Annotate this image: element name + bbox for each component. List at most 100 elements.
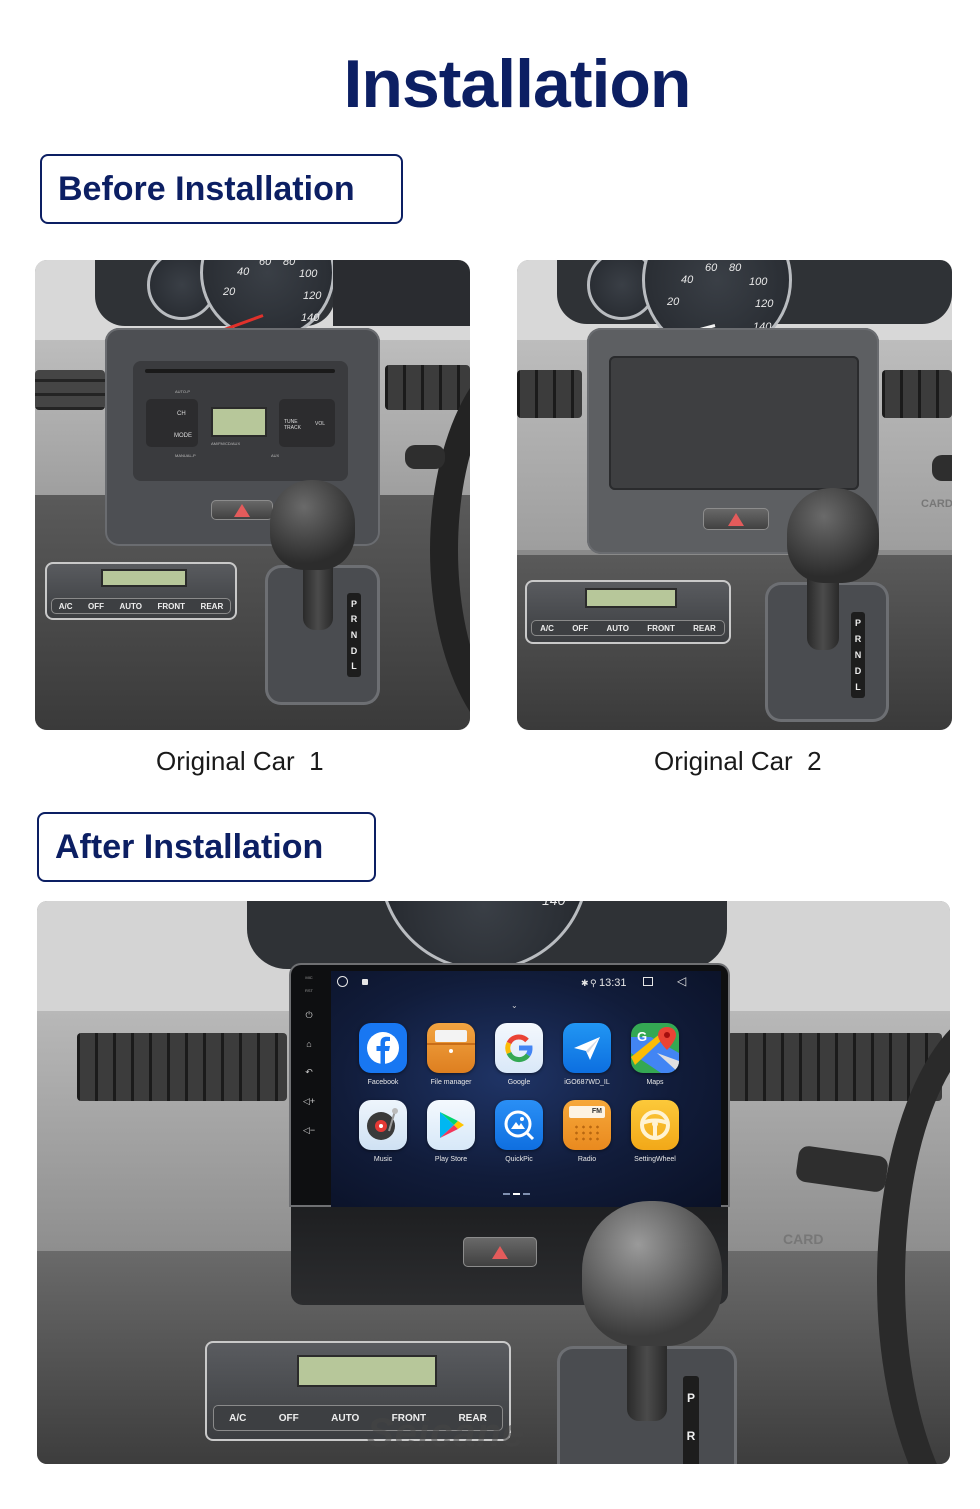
maps-icon: G bbox=[631, 1023, 679, 1073]
gear-n: N bbox=[854, 650, 862, 660]
speedo-tick: 140 bbox=[542, 901, 565, 908]
ac-button[interactable]: A/C bbox=[229, 1413, 246, 1424]
ch-mode-buttons[interactable]: CH MODE bbox=[146, 399, 198, 447]
app-label: QuickPic bbox=[505, 1156, 533, 1163]
left-air-vent bbox=[517, 370, 582, 418]
auto-button[interactable]: AUTO bbox=[119, 602, 142, 611]
app-setting-wheel[interactable]: SettingWheel bbox=[621, 1100, 689, 1163]
app-facebook[interactable]: Facebook bbox=[349, 1023, 417, 1086]
app-music[interactable]: Music bbox=[349, 1100, 417, 1163]
power-icon[interactable]: ⏻ bbox=[305, 1001, 312, 1030]
back-icon[interactable]: ↶ bbox=[305, 1059, 313, 1088]
gear-p: P bbox=[854, 618, 861, 628]
speedo-tick: 100 bbox=[749, 276, 768, 288]
speedo-tick: 60 bbox=[259, 260, 272, 268]
app-google[interactable]: Google bbox=[485, 1023, 553, 1086]
app-igo-navigation[interactable]: iGO687WD_IL bbox=[553, 1023, 621, 1086]
blank-display bbox=[609, 356, 859, 490]
steering-wheel-icon bbox=[631, 1100, 679, 1150]
tune-vol-buttons[interactable]: TUNE TRACK VOL bbox=[279, 399, 335, 447]
left-air-vent bbox=[35, 370, 105, 410]
climate-lcd bbox=[297, 1355, 437, 1387]
home-icon[interactable]: ⌂ bbox=[306, 1030, 311, 1059]
climate-buttons[interactable]: A/C OFF AUTO FRONT REAR bbox=[531, 620, 725, 636]
recent-apps-icon[interactable] bbox=[643, 977, 653, 986]
gear-shifter[interactable] bbox=[270, 480, 355, 570]
right-air-vent bbox=[385, 365, 470, 410]
speedo-tick: 140 bbox=[301, 312, 320, 324]
climate-buttons[interactable]: A/C OFF AUTO FRONT REAR bbox=[51, 598, 231, 614]
nav-back-icon[interactable]: ◁ bbox=[677, 975, 686, 987]
file-manager-icon bbox=[427, 1023, 475, 1073]
hazard-button[interactable] bbox=[703, 508, 769, 530]
seicane-watermark: Seicane bbox=[367, 1411, 526, 1455]
app-radio[interactable]: FM Radio bbox=[553, 1100, 621, 1163]
card-slot-label: CARD bbox=[921, 498, 952, 510]
right-air-vent bbox=[882, 370, 952, 418]
off-button[interactable]: OFF bbox=[279, 1413, 299, 1424]
original-car-1-photo: 20 40 60 80 100 120 140 CH MODE TUNE TRA… bbox=[35, 260, 470, 730]
google-icon bbox=[495, 1023, 543, 1073]
front-defrost-button[interactable]: FRONT bbox=[158, 602, 186, 611]
volume-up-icon[interactable]: ◁+ bbox=[303, 1087, 315, 1116]
aux-label: AUX bbox=[271, 453, 280, 458]
climate-lcd bbox=[101, 569, 187, 587]
speedo-tick: 120 bbox=[755, 298, 774, 310]
rear-defrost-button[interactable]: REAR bbox=[693, 624, 716, 633]
before-installation-heading: Before Installation bbox=[40, 154, 403, 224]
gallery-notification-icon bbox=[362, 979, 368, 985]
app-quickpic[interactable]: QuickPic bbox=[485, 1100, 553, 1163]
front-defrost-button[interactable]: FRONT bbox=[647, 624, 675, 633]
hazard-icon bbox=[492, 1245, 508, 1259]
app-label: Play Store bbox=[434, 1156, 468, 1163]
climate-control: A/C OFF AUTO FRONT REAR bbox=[45, 562, 237, 620]
gear-l: L bbox=[855, 682, 861, 692]
climate-control: A/C OFF AUTO FRONT REAR bbox=[525, 580, 731, 644]
auto-button[interactable]: AUTO bbox=[331, 1413, 359, 1424]
svg-text:G: G bbox=[637, 1029, 647, 1044]
off-button[interactable]: OFF bbox=[88, 602, 104, 611]
ac-button[interactable]: A/C bbox=[540, 624, 554, 633]
app-drawer-chevron-icon[interactable]: ⌄ bbox=[511, 1001, 518, 1010]
cd-slot bbox=[145, 369, 335, 373]
left-air-vent bbox=[77, 1033, 287, 1101]
bluetooth-icon: ✱ bbox=[581, 978, 589, 988]
auto-p-label: AUTO-P bbox=[175, 389, 191, 394]
folder-edge bbox=[427, 1043, 475, 1045]
app-file-manager[interactable]: File manager bbox=[417, 1023, 485, 1086]
gear-shifter[interactable] bbox=[787, 488, 879, 583]
radio-speaker-grill bbox=[573, 1124, 601, 1142]
source-label: AM/FM/CD/AUX bbox=[211, 441, 241, 446]
app-label: SettingWheel bbox=[634, 1156, 676, 1163]
mode-button-label: MODE bbox=[174, 433, 192, 439]
page-dot-active[interactable] bbox=[513, 1193, 520, 1195]
off-button[interactable]: OFF bbox=[572, 624, 588, 633]
location-icon: ⚲ bbox=[590, 978, 597, 988]
app-play-store[interactable]: Play Store bbox=[417, 1100, 485, 1163]
home-circle-icon[interactable] bbox=[337, 976, 348, 987]
wiper-stalk bbox=[405, 445, 445, 469]
auto-button[interactable]: AUTO bbox=[606, 624, 629, 633]
app-label: Music bbox=[373, 1156, 393, 1163]
radio-icon: FM bbox=[563, 1100, 611, 1150]
gear-indicator: P R N bbox=[683, 1376, 699, 1464]
ch-button-label: CH bbox=[177, 411, 186, 417]
rear-defrost-button[interactable]: REAR bbox=[201, 602, 224, 611]
status-bar: ✱ ⚲ 13:31 ◁ bbox=[331, 971, 721, 995]
mic-label: MIC bbox=[305, 975, 313, 980]
hazard-button[interactable] bbox=[211, 500, 273, 520]
app-label: File manager bbox=[430, 1079, 472, 1086]
app-label: Google bbox=[507, 1079, 531, 1086]
gear-r: R bbox=[350, 614, 358, 625]
app-maps[interactable]: G Maps bbox=[621, 1023, 689, 1086]
hazard-button[interactable] bbox=[463, 1237, 537, 1267]
ac-button[interactable]: A/C bbox=[59, 602, 73, 611]
speedo-tick: 80 bbox=[729, 262, 742, 274]
page-dot[interactable] bbox=[503, 1193, 510, 1195]
page-dot[interactable] bbox=[523, 1193, 530, 1195]
tune-track-label: TUNE TRACK bbox=[284, 419, 301, 431]
volume-down-icon[interactable]: ◁− bbox=[303, 1116, 315, 1145]
gear-shifter[interactable] bbox=[582, 1201, 722, 1346]
facebook-icon bbox=[359, 1023, 407, 1073]
original-car-2-photo: 20 40 60 80 100 120 140 CARD A/C OFF AUT… bbox=[517, 260, 952, 730]
